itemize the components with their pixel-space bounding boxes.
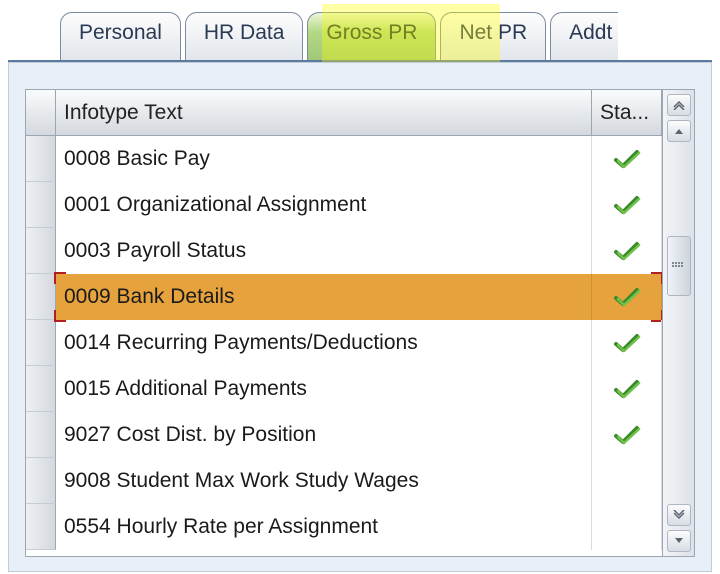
check-icon [613, 194, 641, 216]
tab-panel: Infotype Text Sta... 0008 Basic Pay0001 … [8, 62, 712, 572]
scroll-page-down-button[interactable] [667, 504, 691, 526]
scroll-page-up-button[interactable] [667, 94, 691, 116]
grid-body: Infotype Text Sta... 0008 Basic Pay0001 … [26, 90, 662, 556]
row-status [592, 320, 662, 366]
row-status [592, 182, 662, 228]
check-icon [613, 286, 641, 308]
row-selector[interactable] [26, 320, 56, 366]
row-selector[interactable] [26, 366, 56, 412]
row-text[interactable]: 0008 Basic Pay [56, 136, 592, 182]
scroll-up-button[interactable] [667, 120, 691, 142]
table-row[interactable]: 0008 Basic Pay [26, 136, 662, 182]
scroll-thumb[interactable] [667, 236, 691, 296]
row-selector[interactable] [26, 136, 56, 182]
check-icon [613, 332, 641, 354]
grid-rows: 0008 Basic Pay0001 Organizational Assign… [26, 136, 662, 556]
row-text[interactable]: 0014 Recurring Payments/Deductions [56, 320, 592, 366]
scroll-down-button[interactable] [667, 530, 691, 552]
row-text[interactable]: 0001 Organizational Assignment [56, 182, 592, 228]
table-row[interactable]: 0003 Payroll Status [26, 228, 662, 274]
table-row[interactable]: 0015 Additional Payments [26, 366, 662, 412]
table-row[interactable]: 0014 Recurring Payments/Deductions [26, 320, 662, 366]
grid-header-selector[interactable] [26, 90, 56, 135]
tab-gross-pr[interactable]: Gross PR [307, 12, 436, 60]
table-row[interactable]: 0009 Bank Details [26, 274, 662, 320]
row-status [592, 458, 662, 504]
grid-header-row: Infotype Text Sta... [26, 90, 662, 136]
row-text[interactable]: 0554 Hourly Rate per Assignment [56, 504, 592, 550]
tab-net-pr[interactable]: Net PR [440, 12, 546, 60]
tab-hr-data[interactable]: HR Data [185, 12, 304, 60]
row-status [592, 366, 662, 412]
row-status [592, 136, 662, 182]
row-selector[interactable] [26, 412, 56, 458]
tab-strip: Personal HR Data Gross PR Net PR Addt [0, 0, 720, 60]
row-text[interactable]: 0015 Additional Payments [56, 366, 592, 412]
row-status [592, 504, 662, 550]
table-row[interactable]: 0554 Hourly Rate per Assignment [26, 504, 662, 550]
scroll-thumb-grip-icon [672, 262, 686, 270]
vertical-scrollbar[interactable] [662, 90, 694, 556]
check-icon [613, 378, 641, 400]
tab-additional[interactable]: Addt [550, 12, 618, 60]
check-icon [613, 148, 641, 170]
row-text[interactable]: 9027 Cost Dist. by Position [56, 412, 592, 458]
row-status [592, 228, 662, 274]
row-selector[interactable] [26, 182, 56, 228]
scroll-track[interactable] [667, 146, 691, 500]
row-selector[interactable] [26, 228, 56, 274]
check-icon [613, 424, 641, 446]
row-selector[interactable] [26, 504, 56, 550]
table-row[interactable]: 0001 Organizational Assignment [26, 182, 662, 228]
row-status [592, 274, 662, 320]
grid-header-status[interactable]: Sta... [592, 90, 662, 135]
row-text[interactable]: 9008 Student Max Work Study Wages [56, 458, 592, 504]
row-status [592, 412, 662, 458]
row-text[interactable]: 0003 Payroll Status [56, 228, 592, 274]
row-selector[interactable] [26, 274, 56, 320]
check-icon [613, 240, 641, 262]
row-text[interactable]: 0009 Bank Details [56, 274, 592, 320]
table-row[interactable]: 9008 Student Max Work Study Wages [26, 458, 662, 504]
infotype-grid: Infotype Text Sta... 0008 Basic Pay0001 … [25, 89, 695, 557]
table-row[interactable]: 9027 Cost Dist. by Position [26, 412, 662, 458]
tab-personal[interactable]: Personal [60, 12, 181, 60]
grid-header-text[interactable]: Infotype Text [56, 90, 592, 135]
row-selector[interactable] [26, 458, 56, 504]
